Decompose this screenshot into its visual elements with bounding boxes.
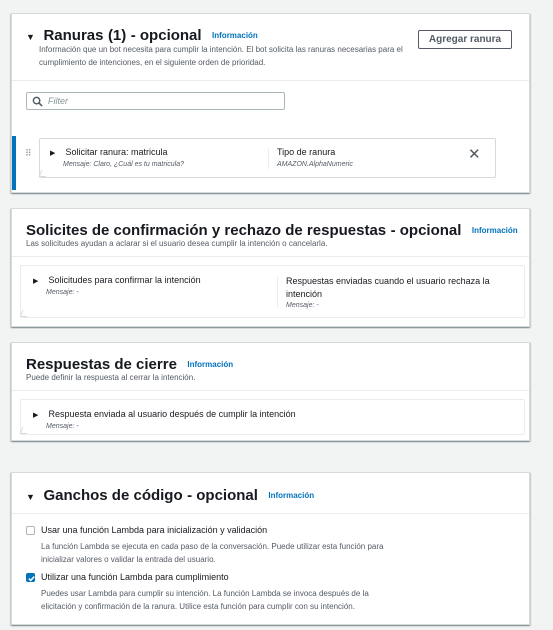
divider	[12, 80, 529, 81]
filter-input[interactable]: Filter	[26, 92, 285, 110]
code-hooks-info-link[interactable]: Información	[268, 491, 314, 500]
closing-info-link[interactable]: Información	[187, 360, 233, 369]
decline-response-label[interactable]: Respuestas enviadas cuando el usuario re…	[286, 275, 490, 301]
caret-right-icon: ▶	[33, 412, 39, 419]
corner-mark	[19, 310, 30, 317]
closing-description: Puede definir la respuesta al cerrar la …	[26, 373, 196, 382]
search-icon	[32, 96, 43, 107]
divider	[12, 390, 529, 391]
confirmation-card: ▶ Solicitudes para confirmar la intenció…	[19, 265, 525, 318]
corner-mark	[19, 427, 30, 434]
confirm-intent-message: Mensaje: -	[46, 289, 79, 296]
code-hooks-panel: ▼ Ganchos de código - opcional Informaci…	[11, 472, 530, 625]
column-divider	[277, 276, 278, 308]
caret-down-icon: ▼	[26, 492, 35, 502]
closing-card: ▶ Respuesta enviada al usuario después d…	[19, 399, 525, 435]
confirm-intent-row[interactable]: ▶ Solicitudes para confirmar la intenció…	[33, 275, 201, 285]
code-hooks-title: Ganchos de código	[43, 487, 183, 504]
corner-mark	[38, 170, 49, 177]
lambda-fulfillment-checkbox[interactable]	[26, 573, 35, 582]
lambda-fulfillment-label[interactable]: Utilizar una función Lambda para cumplim…	[41, 572, 229, 582]
slots-info-link[interactable]: Información	[212, 31, 258, 40]
slot-item-message: Mensaje: Claro, ¿Cuál es tu matricula?	[63, 161, 184, 168]
slot-type-label: Tipo de ranura	[277, 147, 336, 157]
confirmation-info-link[interactable]: Información	[472, 226, 518, 235]
divider	[12, 256, 529, 257]
slot-item-title-row[interactable]: ▶ Solicitar ranura: matricula	[50, 147, 168, 157]
confirmation-description: Las solicitudes ayudan a aclarar si el u…	[26, 239, 328, 248]
close-icon[interactable]: ✕	[468, 145, 481, 163]
slots-description: Información que un bot necesita para cum…	[39, 45, 403, 67]
divider	[12, 513, 529, 514]
slots-panel: ▼ Ranuras (1) - opcional Información Inf…	[11, 13, 530, 193]
slots-optional: - opcional	[130, 27, 202, 44]
lambda-init-label[interactable]: Usar una función Lambda para inicializac…	[41, 525, 267, 535]
slot-type-value: AMAZON.AlphaNumeric	[277, 161, 353, 168]
drag-handle-icon[interactable]: ⠿	[25, 149, 32, 158]
slot-item-card[interactable]: ▶ Solicitar ranura: matricula Mensaje: C…	[38, 138, 496, 178]
closing-response-row[interactable]: ▶ Respuesta enviada al usuario después d…	[33, 409, 296, 419]
caret-right-icon: ▶	[50, 150, 56, 157]
checkmark-icon	[28, 576, 35, 582]
code-hooks-header[interactable]: ▼ Ganchos de código - opcional Informaci…	[26, 487, 314, 505]
code-hooks-optional: - opcional	[187, 487, 258, 504]
lambda-fulfillment-description: Puedes usar Lambda para cumplir su inten…	[41, 589, 369, 611]
confirmation-optional: - opcional	[390, 222, 462, 239]
slots-count: (1)	[107, 27, 127, 44]
lambda-init-description: La función Lambda se ejecuta en cada pas…	[41, 542, 384, 564]
slots-title: Ranuras	[43, 27, 104, 44]
closing-panel: Respuestas de cierre Información Puede d…	[11, 342, 530, 441]
confirmation-panel: Solicites de confirmación y rechazo de r…	[11, 208, 530, 327]
caret-down-icon: ▼	[26, 32, 35, 42]
closing-response-message: Mensaje: -	[46, 423, 79, 430]
lambda-init-checkbox[interactable]	[26, 526, 35, 535]
decline-response-message: Mensaje: -	[286, 302, 319, 309]
add-slot-button[interactable]: Agregar ranura	[418, 30, 512, 49]
column-divider	[268, 149, 269, 169]
caret-right-icon: ▶	[33, 278, 39, 285]
selected-indicator	[12, 136, 16, 190]
